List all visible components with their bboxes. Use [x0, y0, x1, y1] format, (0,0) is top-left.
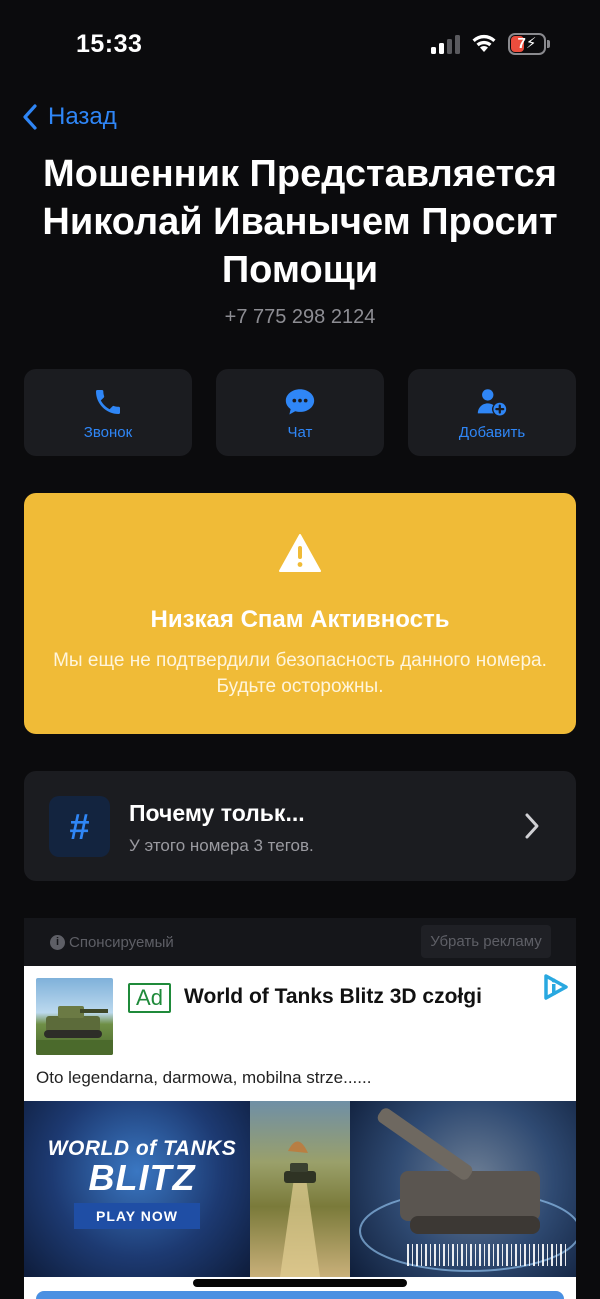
back-label: Назад	[48, 103, 117, 130]
wifi-icon	[472, 34, 496, 52]
tags-card[interactable]: # Почему тольк... У этого номера 3 тегов…	[24, 771, 576, 881]
battery-icon: 7⚡	[508, 33, 550, 55]
sponsored-section: i Спонсируемый Убрать рекламу Ad World o…	[24, 918, 576, 1299]
chevron-left-icon	[23, 104, 37, 130]
barcode-decoration	[407, 1244, 567, 1266]
banner-logo-text: WORLD of TANKS BLITZ	[47, 1137, 237, 1198]
back-button[interactable]: Назад	[22, 100, 117, 134]
info-icon: i	[50, 935, 65, 950]
call-button[interactable]: Звонок	[24, 369, 192, 456]
chat-icon	[282, 384, 318, 420]
status-time: 15:33	[76, 30, 143, 58]
remove-ads-button[interactable]: Убрать рекламу	[421, 925, 551, 958]
ad-badge: Ad	[128, 983, 171, 1013]
cellular-signal-icon	[431, 34, 461, 54]
tags-subtitle: У этого номера 3 тегов.	[129, 836, 314, 855]
spam-title: Низкая Спам Активность	[150, 606, 450, 633]
phone-icon	[90, 384, 126, 420]
tags-title: Почему тольк...	[129, 800, 305, 826]
chat-label: Чат	[287, 424, 313, 441]
chat-button[interactable]: Чат	[216, 369, 384, 456]
warning-icon	[279, 534, 321, 572]
ad-title[interactable]: World of Tanks Blitz 3D czołgi	[184, 985, 482, 1009]
ad-description: Oto legendarna, darmowa, mobilna strze..…	[36, 1068, 372, 1087]
sponsored-label: i Спонсируемый	[50, 934, 174, 951]
ad-cta-strip[interactable]	[36, 1291, 564, 1299]
add-contact-button[interactable]: Добавить	[408, 369, 576, 456]
hashtag-icon: #	[49, 796, 110, 857]
spam-activity-card: Низкая Спам Активность Мы еще не подтвер…	[24, 493, 576, 734]
phone-number: +7 775 298 2124	[224, 306, 376, 328]
contact-title: Мошенник Представляется Николай Иванычем…	[42, 153, 558, 291]
ad-thumbnail	[36, 978, 113, 1055]
action-bar: Звонок Чат Добавить	[24, 369, 576, 456]
add-contact-label: Добавить	[458, 424, 526, 441]
battery-level: 7⚡	[517, 35, 537, 52]
home-indicator[interactable]	[193, 1279, 407, 1287]
banner-panel-tank	[250, 1101, 350, 1277]
spam-description: Мы еще не подтвердили безопасность данно…	[53, 650, 547, 697]
call-label: Звонок	[83, 424, 133, 441]
play-now-button[interactable]: PLAY NOW	[74, 1203, 200, 1229]
ad-banner-image[interactable]: WORLD of TANKS BLITZ PLAY NOW	[24, 1101, 576, 1277]
status-bar: 15:33 7⚡	[0, 0, 600, 90]
ad-card[interactable]: Ad World of Tanks Blitz 3D czołgi Oto le…	[24, 966, 576, 1299]
chevron-right-icon	[525, 813, 539, 839]
add-contact-icon	[474, 384, 510, 420]
adchoices-icon[interactable]	[540, 972, 570, 1002]
